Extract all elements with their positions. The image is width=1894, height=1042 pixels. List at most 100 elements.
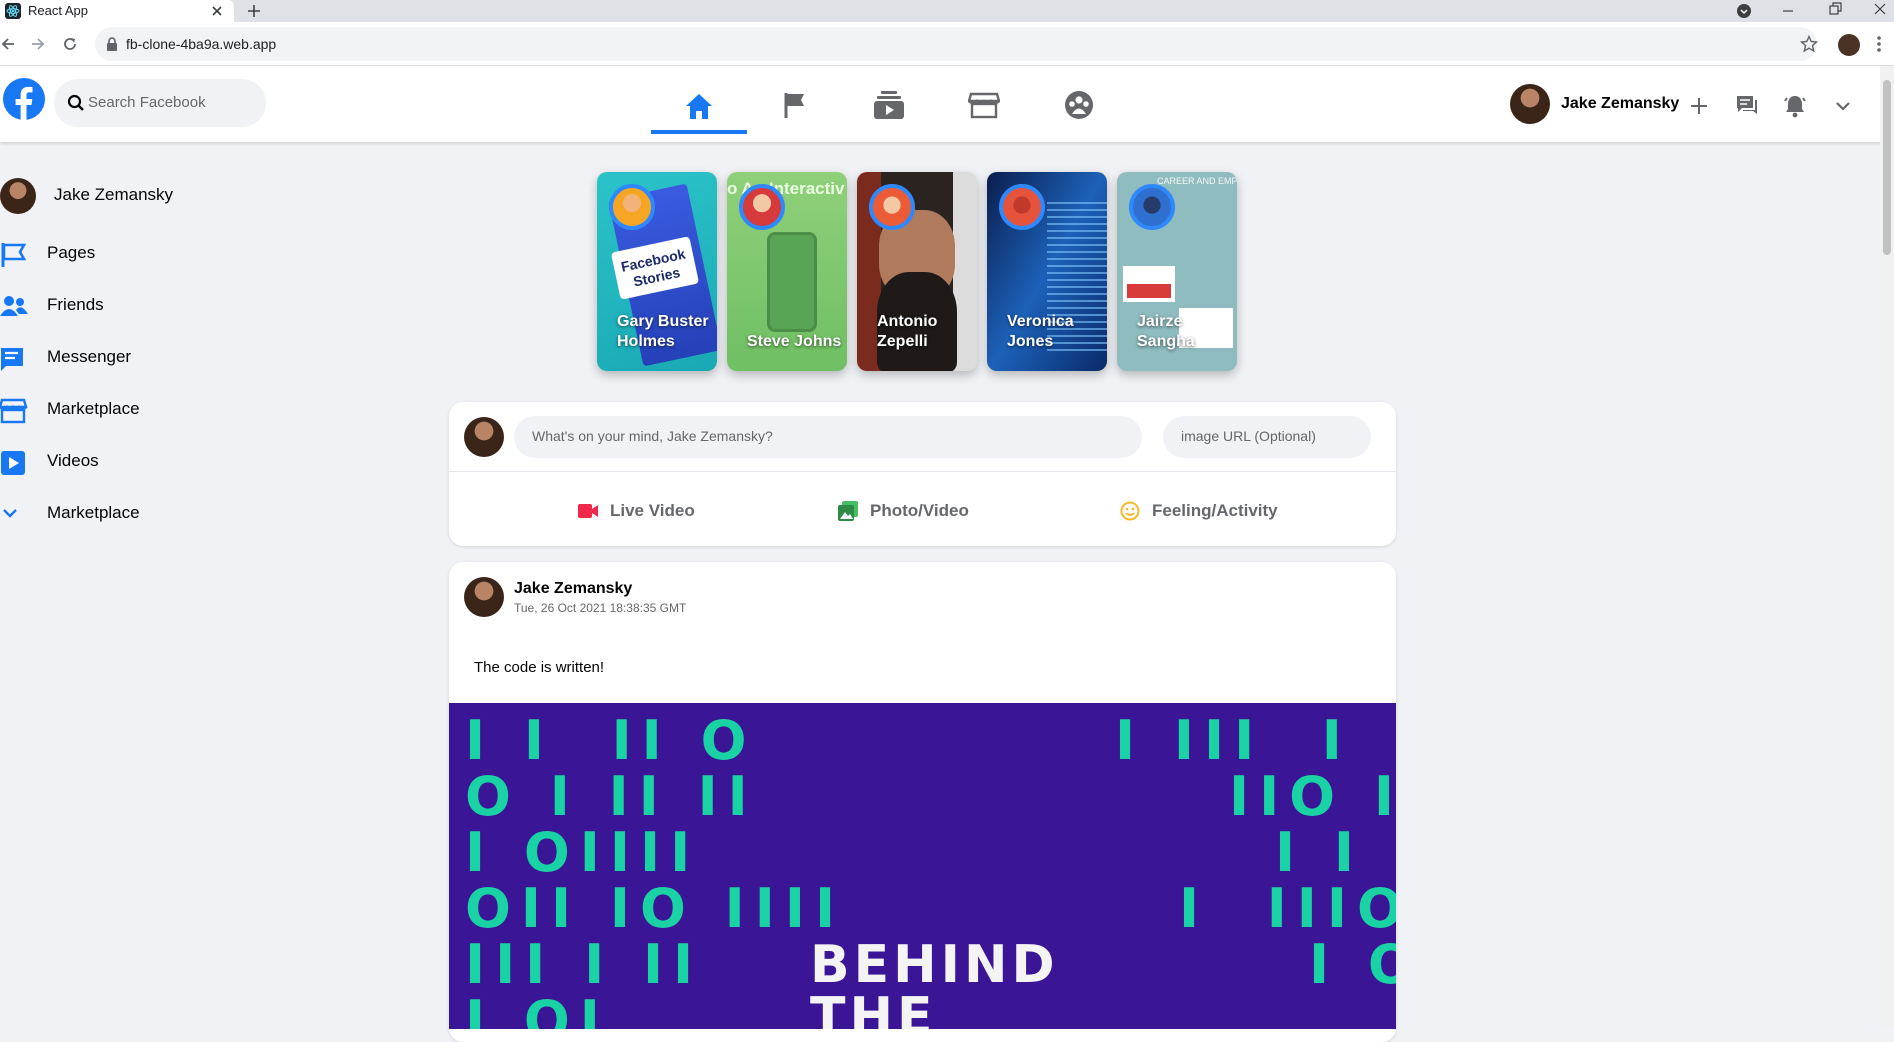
sidebar-item-more[interactable]: Marketplace <box>0 494 330 534</box>
facebook-logo-icon[interactable] <box>3 78 45 120</box>
people-icon <box>0 296 28 316</box>
composer-avatar <box>464 417 504 457</box>
search-placeholder: Search Facebook <box>88 94 206 111</box>
groups-icon <box>1065 91 1093 119</box>
reload-icon[interactable] <box>62 36 78 52</box>
minimize-icon[interactable] <box>1780 3 1796 19</box>
story-name: Steve Johns <box>747 333 842 350</box>
sidebar-item-pages[interactable]: Pages <box>0 234 330 274</box>
photo-icon <box>838 501 858 521</box>
story-name: Veronica Jones <box>1007 313 1074 350</box>
address-bar[interactable]: fb-clone-4ba9a.web.app <box>95 27 1817 61</box>
story-avatar <box>739 184 785 230</box>
close-window-icon[interactable] <box>1872 1 1888 17</box>
new-tab-icon[interactable] <box>246 3 262 19</box>
story-card[interactable]: CAREER AND EMPLOYMENT Jairze Sangha <box>1117 172 1237 371</box>
restore-icon[interactable] <box>1827 1 1843 17</box>
story-name: Gary Buster Holmes <box>617 313 709 350</box>
sidebar-item-label: Friends <box>47 295 104 314</box>
account-menu-button[interactable] <box>1823 86 1863 126</box>
video-icon <box>1 451 25 475</box>
search-input[interactable]: Search Facebook <box>54 79 266 127</box>
story-name: Antonio Zepelli <box>877 313 938 350</box>
flag-icon <box>1 243 27 267</box>
search-icon <box>67 94 84 111</box>
chat-icon <box>1 348 23 371</box>
nav-groups[interactable] <box>1031 82 1127 128</box>
notifications-button[interactable] <box>1775 86 1815 126</box>
sidebar-item-friends[interactable]: Friends <box>0 286 330 326</box>
browser-menu-icon[interactable] <box>1876 35 1882 53</box>
bookmark-star-icon[interactable] <box>1800 35 1818 53</box>
browser-profile-avatar[interactable] <box>1838 34 1860 56</box>
video-camera-icon <box>578 504 598 518</box>
sidebar-item-messenger[interactable]: Messenger <box>0 338 330 378</box>
sidebar-item-label: Videos <box>47 451 99 470</box>
nav-watch[interactable] <box>841 82 937 128</box>
story-card[interactable]: Veronica Jones <box>987 172 1107 371</box>
browser-tab-strip: React App <box>0 0 1894 22</box>
browser-toolbar: fb-clone-4ba9a.web.app <box>0 22 1894 66</box>
avatar <box>0 178 36 214</box>
bell-icon <box>1784 96 1806 118</box>
story-avatar <box>1129 184 1175 230</box>
sidebar-item-label: Messenger <box>47 347 132 366</box>
sidebar-item-label: Marketplace <box>47 503 140 522</box>
chevron-down-icon <box>3 509 17 518</box>
forward-icon[interactable] <box>30 36 46 52</box>
watch-icon <box>874 91 904 119</box>
facebook-header: Search Facebook Jake Zemansky <box>0 66 1894 142</box>
header-user-name[interactable]: Jake Zemansky <box>1561 95 1679 113</box>
story-avatar <box>869 184 915 230</box>
sidebar-item-label: Marketplace <box>47 399 140 418</box>
live-video-label: Live Video <box>610 501 695 520</box>
browser-tab[interactable]: React App <box>0 0 234 22</box>
tab-search-icon[interactable] <box>1736 3 1752 19</box>
photo-video-button[interactable]: Photo/Video <box>838 496 969 526</box>
story-avatar <box>609 184 655 230</box>
sidebar-item-label: Jake Zemansky <box>54 185 174 204</box>
story-card-text: CAREER AND EMPLOYMENT <box>1157 176 1237 186</box>
back-icon[interactable] <box>0 36 16 52</box>
story-card[interactable]: Antonio Zepelli <box>857 172 977 371</box>
sidebar-item-profile[interactable]: Jake Zemansky <box>0 176 330 216</box>
story-card[interactable]: Facebook Stories Gary Buster Holmes <box>597 172 717 371</box>
lock-icon <box>107 37 117 51</box>
sidebar-item-videos[interactable]: Videos <box>0 442 330 482</box>
nav-marketplace[interactable] <box>936 82 1032 128</box>
story-avatar <box>999 184 1045 230</box>
scrollbar-thumb[interactable] <box>1883 80 1891 255</box>
close-tab-icon[interactable] <box>210 4 224 18</box>
post-image-text: BEHIND THE <box>810 935 1081 1029</box>
image-url-input[interactable]: image URL (Optional) <box>1163 416 1371 458</box>
sidebar-item-marketplace[interactable]: Marketplace <box>0 390 330 430</box>
feeling-activity-button[interactable]: Feeling/Activity <box>1120 496 1278 526</box>
create-button[interactable] <box>1679 86 1719 126</box>
nav-pages[interactable] <box>747 82 843 128</box>
page-scrollbar[interactable] <box>1880 66 1894 1029</box>
post-image: I I II O O I II II I OIIII OII IO IIII I… <box>449 703 1396 1029</box>
post-message: The code is written! <box>474 659 605 676</box>
post-timestamp: Tue, 26 Oct 2021 18:38:35 GMT <box>514 601 687 615</box>
url-text: fb-clone-4ba9a.web.app <box>126 36 277 52</box>
post-author-avatar[interactable] <box>464 577 504 617</box>
plus-icon <box>1691 98 1707 114</box>
photo-video-label: Photo/Video <box>870 501 969 520</box>
feeling-activity-label: Feeling/Activity <box>1152 501 1278 520</box>
marketplace-icon <box>968 92 1000 119</box>
nav-home[interactable] <box>651 82 747 134</box>
live-video-button[interactable]: Live Video <box>578 496 695 526</box>
post-message-input[interactable]: What's on your mind, Jake Zemansky? <box>514 416 1142 458</box>
react-icon <box>5 3 21 19</box>
post-author-name[interactable]: Jake Zemansky <box>514 580 632 598</box>
sidebar-item-label: Pages <box>47 243 96 262</box>
image-url-placeholder: image URL (Optional) <box>1181 428 1316 444</box>
store-icon <box>0 398 28 424</box>
header-avatar[interactable] <box>1510 84 1550 124</box>
flag-icon <box>784 93 804 118</box>
home-icon <box>686 94 712 119</box>
smiley-icon <box>1120 501 1140 521</box>
messenger-button[interactable] <box>1727 86 1767 126</box>
chat-icon <box>1737 96 1757 114</box>
story-card[interactable]: o An Interactiv r gram Sto Steve Johns <box>727 172 847 371</box>
